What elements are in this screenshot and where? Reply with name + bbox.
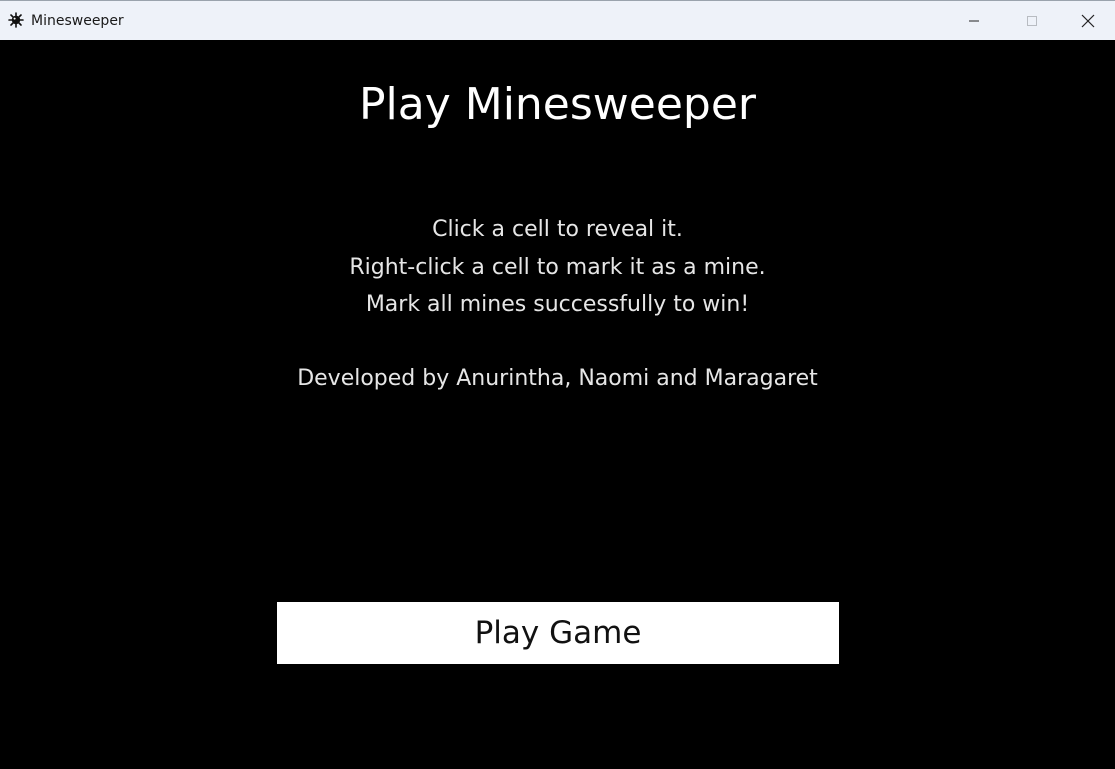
play-game-button[interactable]: Play Game bbox=[277, 602, 839, 664]
instructions: Click a cell to reveal it. Right-click a… bbox=[0, 211, 1115, 324]
page-title: Play Minesweeper bbox=[358, 79, 757, 130]
credits-text: Developed by Anurintha, Naomi and Maraga… bbox=[297, 366, 818, 391]
maximize-icon bbox=[1027, 15, 1037, 26]
instruction-line: Right-click a cell to mark it as a mine. bbox=[349, 254, 766, 280]
main-content: Play Minesweeper Click a cell to reveal … bbox=[0, 40, 1115, 769]
app-window: Minesweeper Play Minesweeper Click a cel… bbox=[0, 0, 1115, 769]
close-icon bbox=[1081, 14, 1095, 27]
mine-icon bbox=[8, 12, 24, 28]
maximize-button[interactable] bbox=[1003, 1, 1061, 40]
title-bar[interactable]: Minesweeper bbox=[0, 0, 1115, 40]
minimize-icon bbox=[969, 20, 979, 21]
window-title: Minesweeper bbox=[31, 13, 124, 29]
minimize-button[interactable] bbox=[945, 1, 1003, 40]
instruction-line: Click a cell to reveal it. bbox=[432, 217, 683, 242]
close-button[interactable] bbox=[1061, 1, 1115, 40]
instruction-line: Mark all mines successfully to win! bbox=[365, 292, 750, 317]
